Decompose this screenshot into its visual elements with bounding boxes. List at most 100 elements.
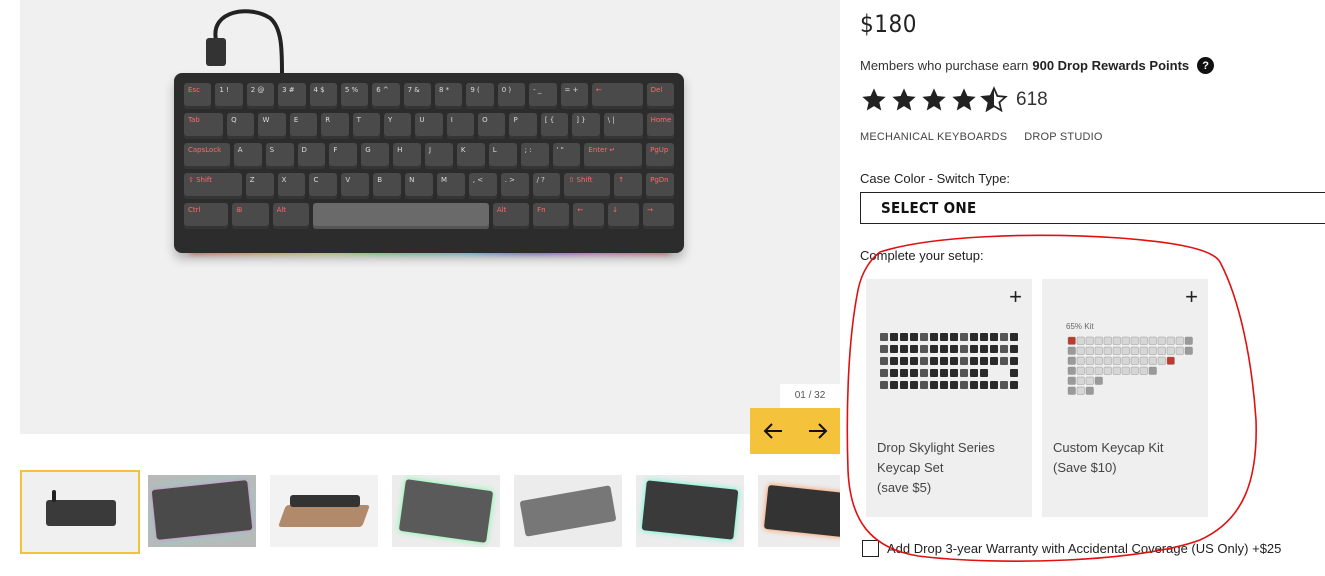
keycap: 4 $	[309, 83, 337, 109]
thumbnail-6[interactable]	[636, 475, 744, 547]
plus-icon[interactable]: +	[1185, 286, 1198, 308]
keycap-piece	[1121, 366, 1130, 375]
keycap: ←	[573, 203, 605, 229]
arrow-right-icon	[808, 423, 827, 439]
keycap-piece	[1148, 366, 1157, 375]
product-rating[interactable]: 618	[860, 86, 1048, 114]
keycap: Tab	[184, 113, 224, 139]
keycap: T	[352, 113, 380, 139]
keycap-piece	[1175, 346, 1184, 355]
keycap-piece	[910, 333, 918, 341]
keycap-piece	[900, 357, 908, 365]
keycap: = +	[560, 83, 588, 109]
keycap-piece	[1130, 366, 1139, 375]
tag-drop-studio[interactable]: DROP STUDIO	[1024, 131, 1102, 143]
keycap-piece	[1085, 366, 1094, 375]
keycap-piece	[1067, 346, 1076, 355]
keycap-piece	[1094, 366, 1103, 375]
keycap-piece	[950, 369, 958, 377]
keycap: PgDn	[646, 173, 674, 199]
keycap: E	[289, 113, 318, 139]
star-half-icon	[980, 86, 1008, 113]
warranty-checkbox[interactable]	[862, 540, 879, 557]
keycap-piece	[930, 369, 938, 377]
warranty-option[interactable]: Add Drop 3-year Warranty with Accidental…	[862, 540, 1281, 557]
thumbnail-3[interactable]	[270, 475, 378, 547]
keycap-piece	[880, 345, 888, 353]
keycap-piece	[890, 357, 898, 365]
keycap: 7 &	[403, 83, 431, 109]
keycap-piece	[880, 369, 888, 377]
keycap-piece	[1103, 356, 1112, 365]
keycap-piece	[960, 345, 968, 353]
keycap-piece	[980, 381, 988, 389]
keycap-piece	[1085, 346, 1094, 355]
case-color-select[interactable]: SELECT ONE	[860, 192, 1325, 224]
keycap-piece	[880, 357, 888, 365]
keycap: P	[509, 113, 537, 139]
addon-card-custom-keycap-kit[interactable]: + 65% Kit Custom Keycap Kit (Save $10)	[1042, 279, 1208, 517]
tag-mechanical-keyboards[interactable]: MECHANICAL KEYBOARDS	[860, 131, 1007, 143]
keycap-piece	[1085, 356, 1094, 365]
keycap-piece	[1139, 346, 1148, 355]
keycap-piece	[990, 381, 998, 389]
keycap-piece	[940, 369, 948, 377]
thumbnail-7[interactable]	[758, 475, 840, 547]
thumbnail-2[interactable]	[148, 475, 256, 547]
thumbnail-5[interactable]	[514, 475, 622, 547]
case-color-label: Case Color - Switch Type:	[860, 171, 1011, 186]
keycap-piece	[930, 345, 938, 353]
keycap: ' "	[552, 143, 581, 169]
warranty-text: Add Drop 3-year Warranty with Accidental…	[887, 541, 1282, 556]
main-product-image[interactable]: Esc 1 ! 2 @3 #4 $5 % 6 ^ 7 & 8 * 9 (0 ) - _ = + ←…	[20, 0, 840, 434]
rewards-points: 900 Drop Rewards Points	[1032, 58, 1190, 73]
keycap-piece	[950, 345, 958, 353]
keycap-piece	[980, 369, 988, 377]
help-icon[interactable]: ?	[1197, 57, 1215, 74]
keycap-piece	[900, 369, 908, 377]
keycap-piece	[890, 333, 898, 341]
keycap-piece	[990, 333, 998, 341]
keycap: / ?	[532, 173, 561, 199]
gallery-prev-button[interactable]	[750, 408, 795, 454]
keycap: ; :	[520, 143, 549, 169]
keycap-piece	[910, 381, 918, 389]
thumbnail-4[interactable]	[392, 475, 500, 547]
keycap: U	[415, 113, 443, 139]
keycap-piece	[960, 381, 968, 389]
thumbnail-1[interactable]	[20, 470, 140, 554]
keycap-piece	[1139, 336, 1148, 345]
keycap: 2 @	[246, 83, 275, 109]
keycap-piece	[950, 357, 958, 365]
keycap-piece	[950, 381, 958, 389]
keycap: Alt	[492, 203, 530, 229]
keycap-piece	[970, 345, 978, 353]
keycap: PgUp	[646, 143, 674, 169]
product-price: $180	[860, 10, 917, 38]
product-tags: MECHANICAL KEYBOARDS DROP STUDIO	[860, 131, 1103, 143]
keycap-piece	[1085, 386, 1094, 395]
keycap: 0 )	[497, 83, 526, 109]
addon-card-skylight-keycaps[interactable]: + Drop Skylight Series Keycap Set (save …	[866, 279, 1032, 517]
keycap-piece	[1112, 346, 1121, 355]
keycap: M	[436, 173, 465, 199]
keycap-piece	[1148, 336, 1157, 345]
keycap: ↓	[608, 203, 640, 229]
keycap-piece	[980, 357, 988, 365]
keycap: Esc	[184, 83, 212, 109]
keycap-piece	[1010, 333, 1018, 341]
keyboard-row: Ctrl ⊞ Alt Alt Fn ← ↓ →	[184, 203, 674, 229]
keycap-piece	[980, 333, 988, 341]
keycap-piece	[940, 345, 948, 353]
keyboard-row: Esc 1 ! 2 @3 #4 $5 % 6 ^ 7 & 8 * 9 (0 ) - _ = + ←…	[184, 83, 674, 109]
keycap-piece	[890, 381, 898, 389]
keycap-piece	[1175, 336, 1184, 345]
gallery-next-button[interactable]	[795, 408, 840, 454]
rewards-info: Members who purchase earn 900 Drop Rewar…	[860, 57, 1215, 74]
keycap-piece	[960, 357, 968, 365]
keycap-piece	[940, 333, 948, 341]
keycap: CapsLock	[184, 143, 230, 169]
keycap-piece	[1076, 366, 1085, 375]
keycap: R	[321, 113, 349, 139]
plus-icon[interactable]: +	[1009, 286, 1022, 308]
